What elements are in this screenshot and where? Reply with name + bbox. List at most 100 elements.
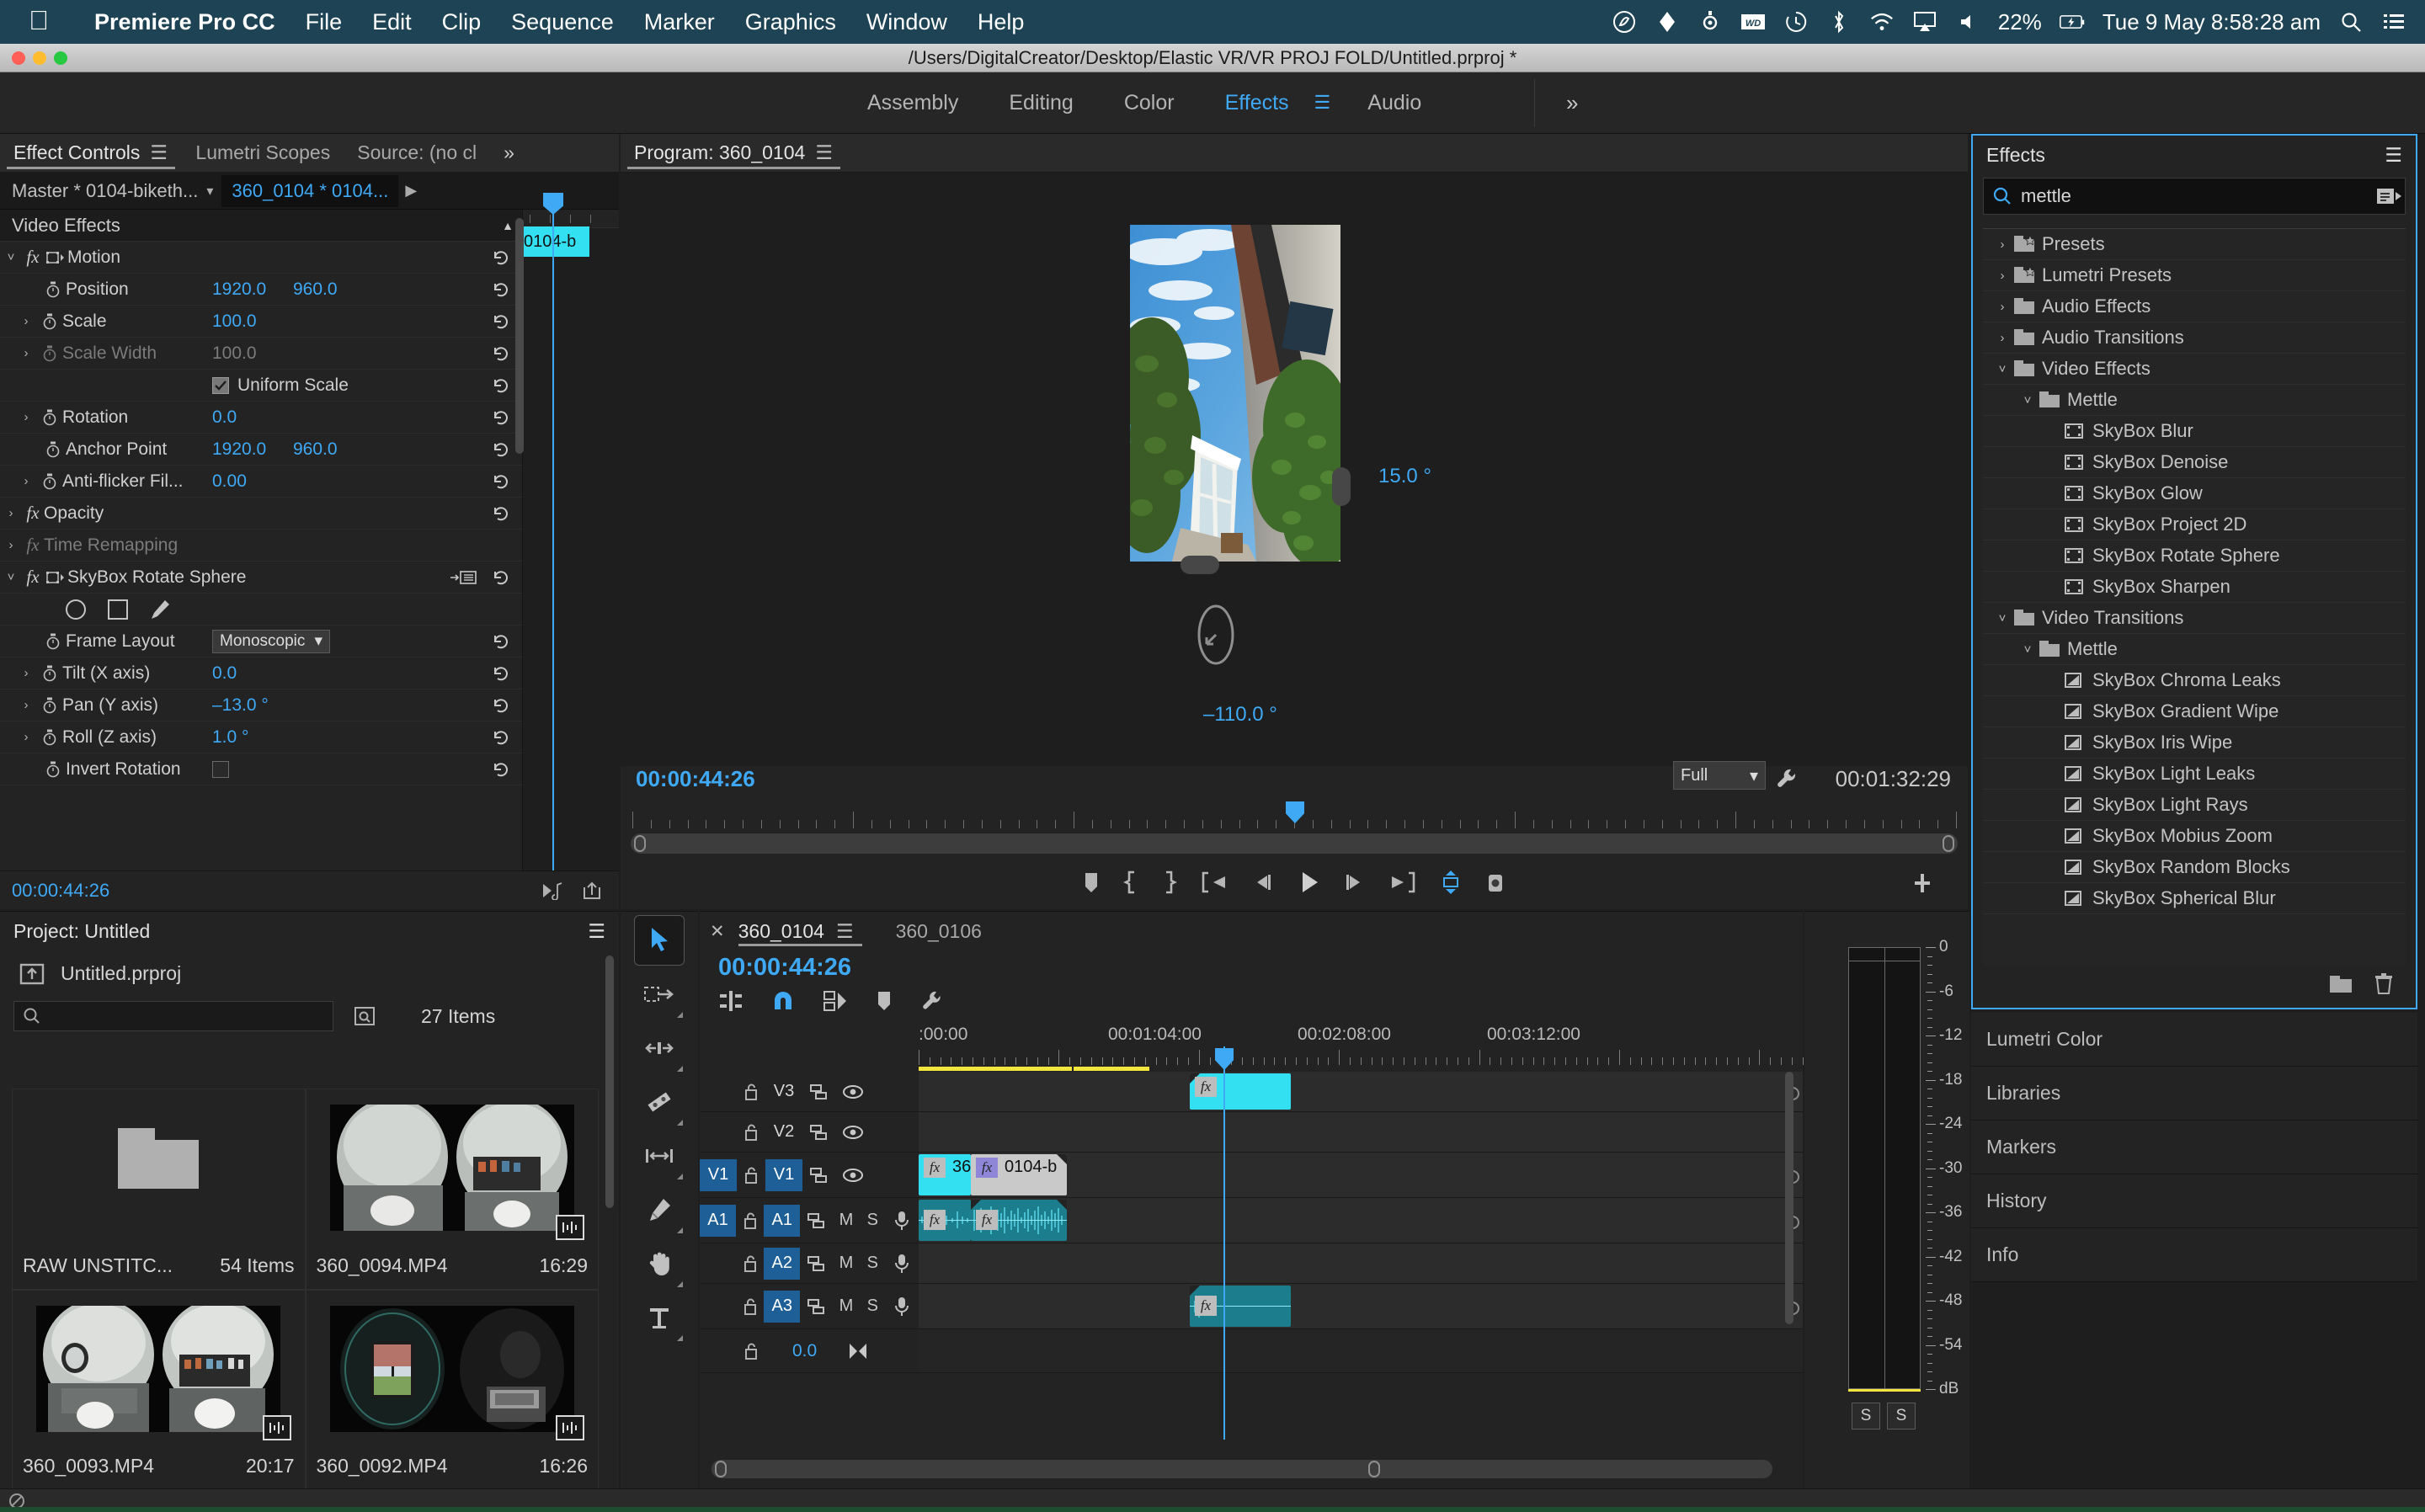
volume-icon[interactable] [1955,9,1980,35]
param-value-anti-flicker[interactable]: 0.00 [212,471,247,492]
stopwatch-icon[interactable] [37,697,62,714]
effects-tree-row[interactable]: SkyBox Random Blocks [1983,852,2406,883]
expand-twirl-icon[interactable]: ˅ [0,570,22,584]
menu-sequence[interactable]: Sequence [496,9,629,35]
param-row-frame-layout[interactable]: Frame Layout Monoscopic ▾ [0,626,522,658]
stopwatch-icon[interactable] [40,441,66,458]
close-sequence-icon[interactable]: ✕ [700,921,727,942]
effect-preset-icon[interactable] [450,569,478,586]
workspace-menu-icon[interactable]: ☰ [1314,92,1343,114]
lock-icon[interactable] [737,1166,765,1185]
mini-timeline-clip-badge[interactable]: 0104-b [520,226,589,257]
stopwatch-icon[interactable] [37,313,62,330]
expand-twirl-icon[interactable]: › [0,506,22,520]
track-name-a2[interactable]: A2 [764,1247,801,1280]
reset-icon[interactable] [492,441,510,458]
menu-graphics[interactable]: Graphics [730,9,851,35]
menu-file[interactable]: File [290,9,358,35]
list-item[interactable]: 360_0094.MP4 16:29 [305,1089,599,1290]
ellipse-mask-icon[interactable] [64,598,88,621]
timeline-horizontal-scrollbar[interactable] [712,1460,1772,1478]
effects-tree-row[interactable]: SkyBox Light Leaks [1983,759,2406,790]
lift-extract-icon[interactable] [1439,869,1463,896]
track-select-forward-tool[interactable] [634,969,685,1020]
track-target-v2[interactable] [700,1116,737,1148]
sync-lock-icon[interactable] [800,1254,833,1273]
param-value-anchor-x[interactable]: 1920.0 [212,439,266,460]
program-video-frame[interactable] [1130,225,1340,562]
stopwatch-icon[interactable] [40,633,66,650]
selection-tool[interactable] [634,915,685,966]
reset-icon[interactable] [492,569,510,586]
reset-icon[interactable] [492,473,510,490]
chevron-right-icon[interactable]: › [1991,269,2013,283]
button-editor-icon[interactable] [1912,870,1932,896]
rectangle-mask-icon[interactable] [106,598,130,621]
expand-twirl-icon[interactable]: › [0,538,22,552]
delete-icon[interactable] [2374,972,2394,996]
param-row-rotation[interactable]: › Rotation 0.0 [0,402,522,434]
pen-tool[interactable] [634,1185,685,1235]
track-header-a1[interactable]: A1 A1 M S [700,1198,919,1243]
vr-pan-handle-right[interactable] [1332,467,1351,506]
reset-icon[interactable] [492,313,510,330]
solo-button-right[interactable]: S [1887,1403,1916,1429]
track-name-a1[interactable]: A1 [764,1204,801,1237]
param-value-position-y[interactable]: 960.0 [293,280,338,300]
expand-twirl-icon[interactable]: › [15,410,37,424]
param-row-anchor-point[interactable]: Anchor Point 1920.0 960.0 [0,434,522,466]
pen-mask-icon[interactable] [148,598,172,621]
stopwatch-icon[interactable] [40,281,66,298]
linked-selection-icon[interactable] [823,989,848,1013]
zoom-handle-right[interactable] [1368,1461,1380,1477]
effects-tree-row[interactable]: › Presets [1983,229,2406,260]
clip-forward-icon[interactable]: ▶ [405,182,417,200]
param-row-scale[interactable]: › Scale 100.0 [0,306,522,338]
project-search-input[interactable] [13,1001,333,1031]
stopwatch-icon[interactable] [37,665,62,682]
effects-tree-row[interactable]: › Audio Transitions [1983,322,2406,354]
stopwatch-icon[interactable] [40,761,66,778]
effects-tree-row[interactable]: SkyBox Sharpen [1983,572,2406,603]
reset-icon[interactable] [492,409,510,426]
param-row-roll-z[interactable]: › Roll (Z axis) 1.0 ° [0,721,522,753]
stopwatch-icon[interactable] [37,729,62,746]
workspace-assembly[interactable]: Assembly [842,91,983,115]
workspace-audio[interactable]: Audio [1342,91,1447,115]
track-mute-a2[interactable]: M [833,1254,859,1273]
track-mute-a1[interactable]: M [833,1211,859,1230]
track-name-v2[interactable]: V2 [765,1116,802,1148]
track-solo-a3[interactable]: S [860,1296,886,1316]
lock-icon[interactable] [736,1254,764,1273]
timeline-clip[interactable]: fx 360 [919,1154,971,1195]
track-lane-v1[interactable]: fx 360 fx 0104-b [919,1153,1803,1198]
window-traffic-lights[interactable] [12,51,67,65]
find-icon[interactable] [352,1004,377,1028]
track-lane-a1[interactable]: fx fx [919,1198,1803,1243]
lock-icon[interactable] [737,1083,765,1101]
effects-tree-row[interactable]: SkyBox Chroma Leaks [1983,665,2406,696]
program-monitor-stage[interactable]: 15.0 ° –110.0 ° [621,173,1968,766]
track-solo-a1[interactable]: S [860,1211,886,1230]
stacked-panel-info[interactable]: Info [1971,1228,2417,1282]
wifi-icon[interactable] [1869,9,1895,35]
transform-icon[interactable] [44,571,67,584]
add-marker-icon[interactable] [875,989,893,1013]
menu-window[interactable]: Window [851,9,962,35]
collapse-triangle-icon[interactable]: ▲ [502,219,514,232]
audio-meter-channels[interactable] [1848,947,1921,1389]
track-target-a1[interactable]: A1 [700,1204,736,1237]
param-value-scale[interactable]: 100.0 [212,311,257,332]
effect-row-motion[interactable]: ˅ fx Motion [0,242,522,274]
panel-menu-icon[interactable]: ☰ [2385,144,2402,167]
timeline-clip[interactable]: fx [1190,1073,1291,1110]
transform-icon[interactable] [44,251,67,264]
effect-controls-timecode[interactable]: 00:00:44:26 [0,880,109,902]
master-meter-icon[interactable] [847,1342,869,1360]
menu-premiere-pro-cc[interactable]: Premiere Pro CC [79,9,290,35]
tab-effect-controls[interactable]: Effect Controls ☰ [0,134,182,173]
settings-wrench-icon[interactable] [1774,766,1799,791]
effect-row-time-remapping[interactable]: › fx Time Remapping [0,530,522,562]
mark-in-icon[interactable] [1122,870,1139,895]
master-clip-label[interactable]: Master * 0104-biketh... [0,180,198,202]
